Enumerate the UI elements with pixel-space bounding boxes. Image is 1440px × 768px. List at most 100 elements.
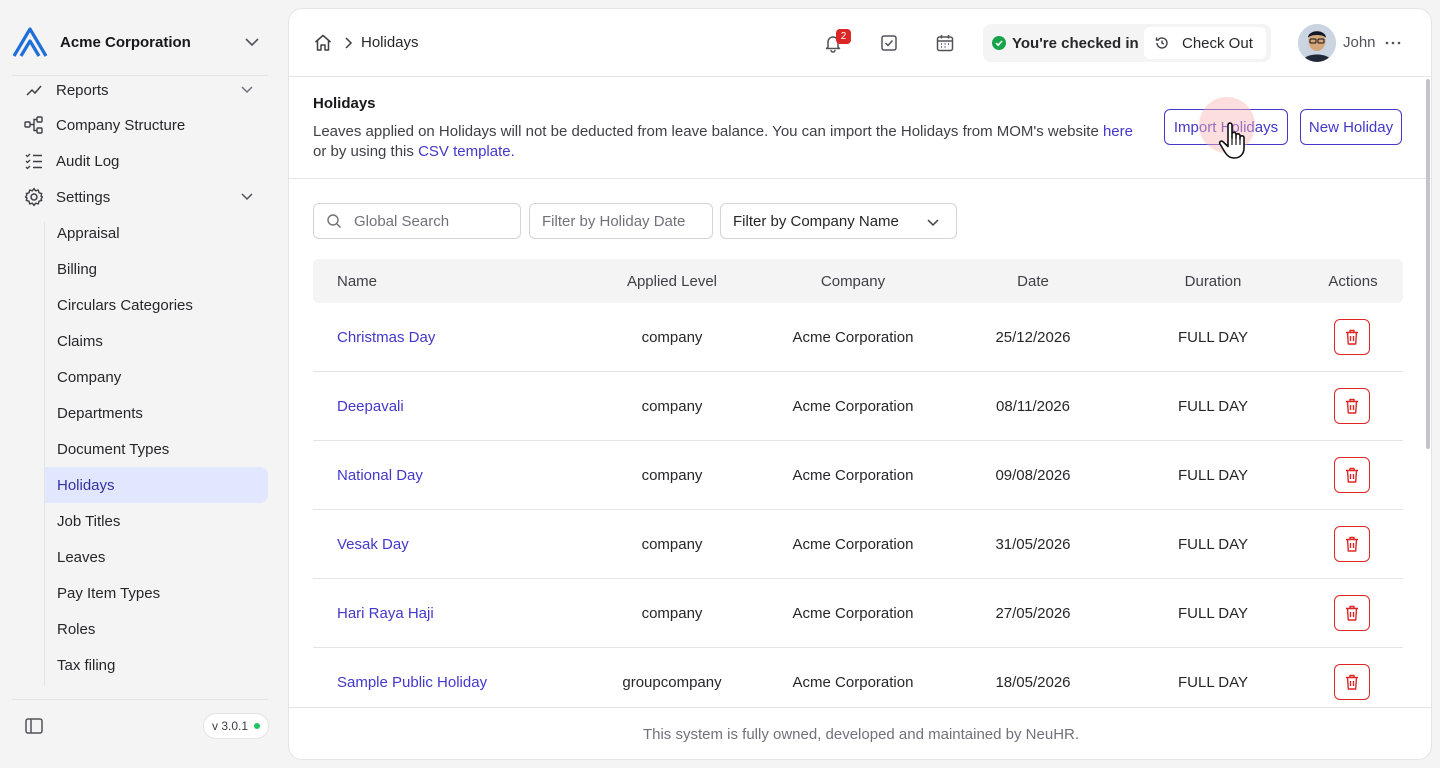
sidebar-subitem-leaves[interactable]: Leaves [45,539,268,575]
sidebar-item-settings[interactable]: Settings [12,179,268,215]
page-description: Leaves applied on Holidays will not be d… [313,122,1143,162]
applied-level-cell: company [641,535,703,553]
hand-pointer-cursor-icon [1218,122,1245,159]
sidebar-subitem-appraisal[interactable]: Appraisal [45,215,268,251]
check-out-label: Check Out [1182,34,1253,52]
sidebar-subitem-billing[interactable]: Billing [45,251,268,287]
holiday-name-link[interactable]: Vesak Day [337,510,409,578]
sidebar-item-reports[interactable]: Reports [12,76,268,108]
check-out-button[interactable]: Check Out [1144,27,1266,59]
sidebar-subitem-pay-item-types[interactable]: Pay Item Types [45,575,268,611]
column-header-applied-level[interactable]: Applied Level [582,259,762,303]
applied-level-cell: company [641,466,703,484]
table-row: Vesak Day company Acme Corporation 31/05… [313,510,1403,579]
delete-button[interactable] [1334,319,1370,355]
company-name-filter[interactable]: Filter by Company Name [720,203,957,239]
sidebar-item-audit-log[interactable]: Audit Log [12,143,268,179]
avatar[interactable] [1298,24,1336,62]
date-cell: 18/05/2026 [995,673,1071,691]
delete-button[interactable] [1334,388,1370,424]
duration-cell: FULL DAY [1177,466,1249,484]
subitem-label: Billing [57,260,98,278]
footer-text: This system is fully owned, developed an… [642,726,1080,743]
delete-button[interactable] [1334,595,1370,631]
company-cell: Acme Corporation [792,397,914,415]
subitem-label: Tax filing [57,656,116,674]
sidebar-toggle-icon[interactable] [24,716,44,736]
date-cell: 25/12/2026 [995,328,1071,346]
list-check-icon [24,151,44,171]
subitem-label: Job Titles [57,512,121,530]
holiday-name-link[interactable]: Christmas Day [337,303,435,371]
delete-button[interactable] [1334,526,1370,562]
duration-cell: FULL DAY [1177,397,1249,415]
sidebar-subitem-circulars-categories[interactable]: Circulars Categories [45,287,268,323]
applied-level-cell: company [641,328,703,346]
chevron-down-icon[interactable] [242,32,262,52]
sidebar-subitem-holidays[interactable]: Holidays [45,467,268,503]
date-cell: 09/08/2026 [995,466,1071,484]
scrollbar[interactable] [1426,79,1430,449]
column-header-company[interactable]: Company [763,259,943,303]
sidebar-subitem-departments[interactable]: Departments [45,395,268,431]
holiday-date-input[interactable] [542,212,692,230]
subitem-label: Appraisal [57,224,120,242]
search-icon [327,214,341,228]
trash-icon [1346,536,1358,552]
checkbox-task-icon[interactable] [879,33,899,53]
holiday-date-filter[interactable] [529,203,713,239]
notification-badge: 2 [836,29,851,44]
more-horizontal-icon[interactable] [1383,33,1403,53]
sidebar-subitem-claims[interactable]: Claims [45,323,268,359]
new-holiday-button[interactable]: New Holiday [1300,109,1402,145]
description-text: or by using this [313,143,419,160]
calendar-icon[interactable] [935,33,955,53]
column-header-date[interactable]: Date [943,259,1123,303]
date-cell: 27/05/2026 [995,604,1071,622]
sidebar-item-label: Company Structure [56,116,186,134]
subitem-label: Leaves [57,548,106,566]
chart-icon [24,80,44,100]
table-row: Christmas Day company Acme Corporation 2… [313,303,1403,372]
column-header-name[interactable]: Name [337,259,377,303]
column-header-duration[interactable]: Duration [1123,259,1303,303]
sidebar-item-company-structure[interactable]: Company Structure [12,107,268,143]
subitem-label: Holidays [57,476,115,494]
status-dot-icon [254,723,261,729]
holiday-name-link[interactable]: Sample Public Holiday [337,648,487,716]
column-header-actions: Actions [1328,272,1378,290]
version-badge: v 3.0.1 [203,713,270,739]
applied-level-cell: company [641,604,703,622]
here-link[interactable]: here [1103,123,1133,140]
csv-template-link[interactable]: CSV template. [418,143,515,160]
sidebar-subitem-tax-filing[interactable]: Tax filing [45,647,268,683]
subitem-label: Document Types [57,440,170,458]
table-header: Name Applied Level Company Date Duration… [313,259,1403,303]
check-circle-icon [992,36,1006,50]
home-icon[interactable] [313,33,333,53]
company-name: Acme Corporation [60,33,191,51]
global-search[interactable] [313,203,521,239]
sidebar-item-label: Reports [56,81,109,99]
checkin-status: You're checked in [983,35,1139,52]
sidebar-subitem-company[interactable]: Company [45,359,268,395]
duration-cell: FULL DAY [1177,535,1249,553]
divider [12,699,268,700]
delete-button[interactable] [1334,664,1370,700]
global-search-input[interactable] [354,212,504,230]
subitem-label: Company [57,368,122,386]
sidebar-subitem-job-titles[interactable]: Job Titles [45,503,268,539]
subitem-label: Claims [57,332,103,350]
chevron-right-icon [345,37,353,49]
table-row: Hari Raya Haji company Acme Corporation … [313,579,1403,648]
user-name[interactable]: John [1343,34,1376,51]
sidebar-subitem-roles[interactable]: Roles [45,611,268,647]
sidebar-subitem-document-types[interactable]: Document Types [45,431,268,467]
holiday-name-link[interactable]: National Day [337,441,423,509]
holiday-name-link[interactable]: Hari Raya Haji [337,579,434,647]
holiday-name-link[interactable]: Deepavali [337,372,404,440]
sidebar-item-label: Audit Log [56,152,120,170]
delete-button[interactable] [1334,457,1370,493]
company-switcher[interactable]: Acme Corporation [12,24,268,60]
chevron-down-icon [241,86,253,94]
